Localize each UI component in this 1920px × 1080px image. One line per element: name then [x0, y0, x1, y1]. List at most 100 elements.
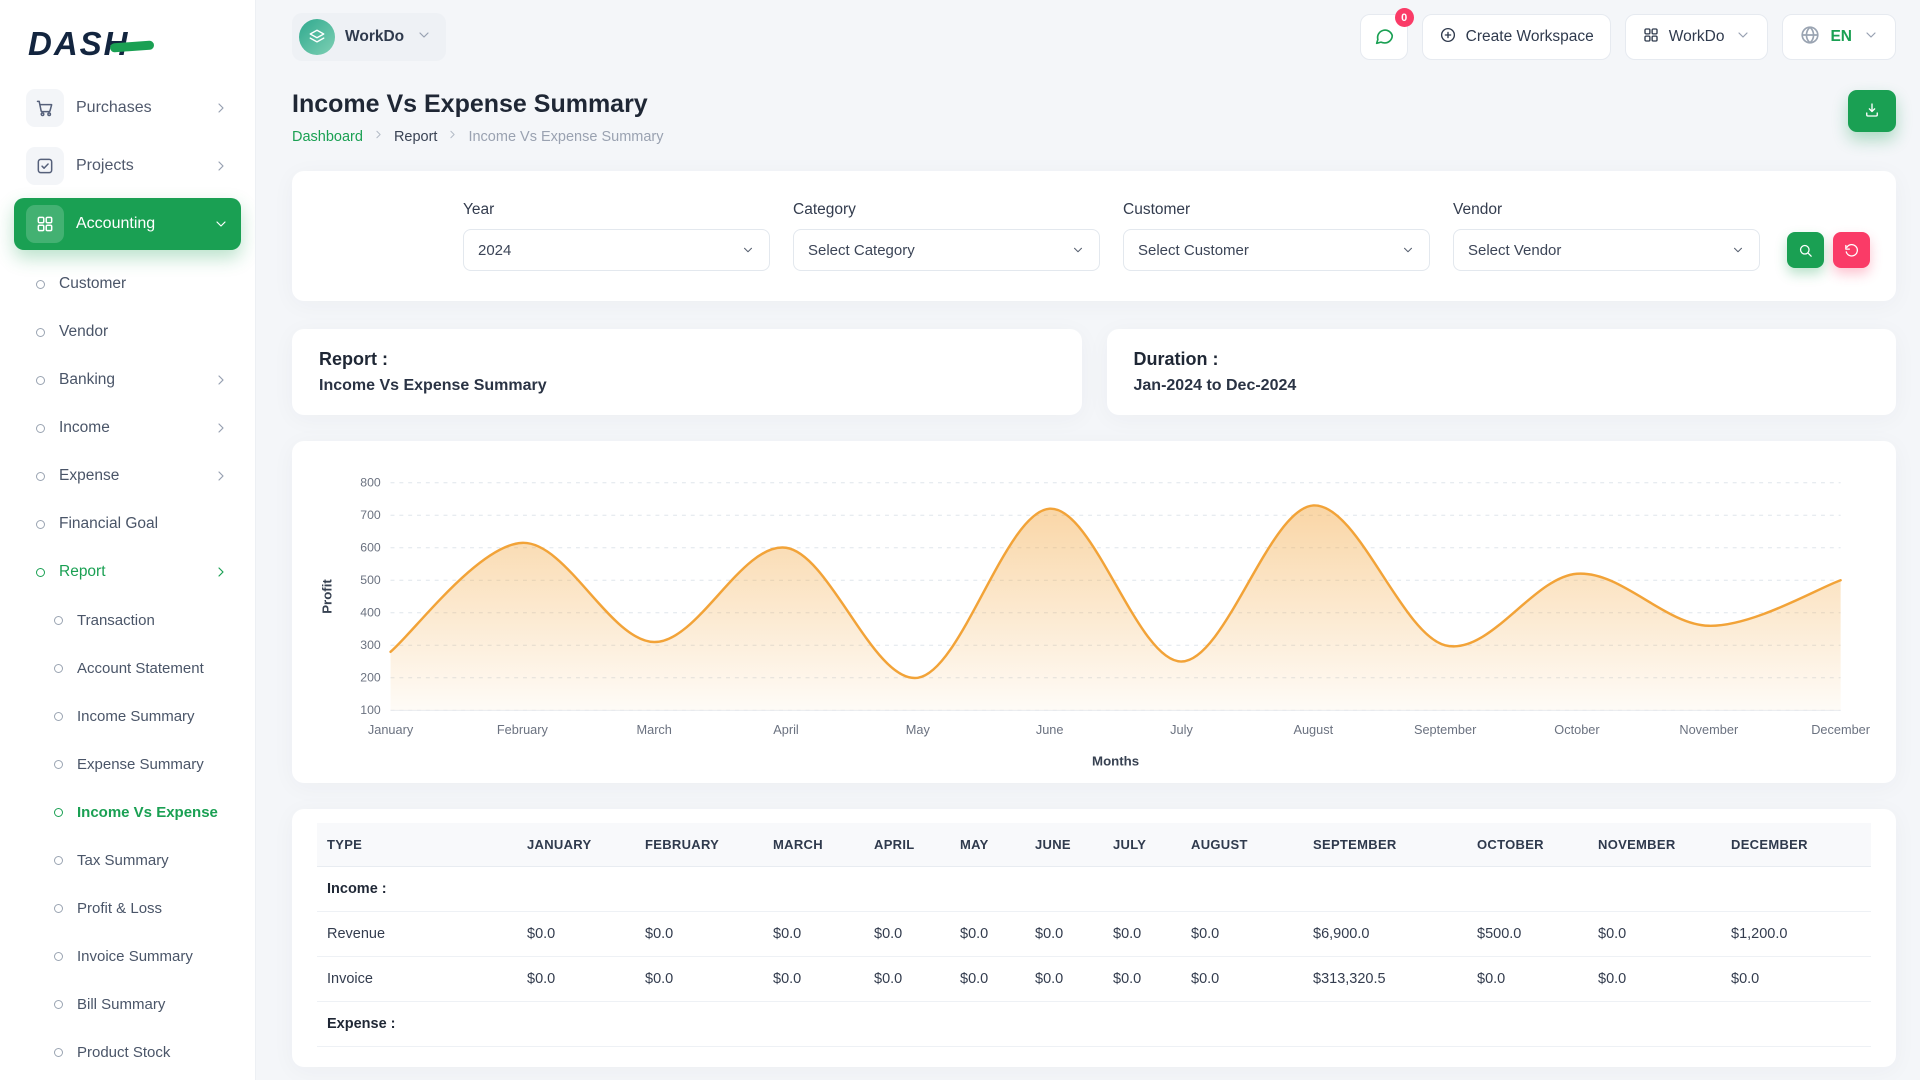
sidebar-item-bill-summary[interactable]: Bill Summary	[20, 980, 239, 1028]
table-cell: $0.0	[517, 957, 635, 1002]
reset-icon	[1843, 242, 1860, 259]
sidebar-item-cash-flow[interactable]: Cash Flow	[20, 1076, 239, 1080]
globe-icon	[1799, 24, 1821, 51]
sidebar-subitem-label: Invoice Summary	[77, 948, 193, 965]
table-column-august: AUGUST	[1181, 823, 1303, 867]
sidebar-item-income-summary[interactable]: Income Summary	[20, 692, 239, 740]
sidebar-item-report[interactable]: Report	[20, 548, 239, 596]
sidebar-subitem-label: Bill Summary	[77, 996, 165, 1013]
filter-label: Vendor	[1453, 201, 1760, 219]
customer-select[interactable]: Select Customer	[1123, 229, 1430, 271]
sidebar-item-income[interactable]: Income	[20, 404, 239, 452]
svg-text:March: March	[636, 722, 671, 737]
sidebar-item-accounting[interactable]: Accounting	[14, 198, 241, 250]
workspace-name: WorkDo	[345, 28, 404, 46]
table-cell: $1,200.0	[1721, 912, 1871, 957]
table-cell: $313,320.5	[1303, 957, 1467, 1002]
chevron-right-icon	[372, 128, 385, 145]
sidebar-item-invoice-summary[interactable]: Invoice Summary	[20, 932, 239, 980]
select-value: Select Customer	[1138, 242, 1249, 259]
sidebar-subitem-label: Expense	[59, 467, 119, 485]
workdo-menu-button[interactable]: WorkDo	[1625, 14, 1769, 60]
table-cell: $0.0	[635, 957, 763, 1002]
summary-card-title: Duration :	[1134, 349, 1870, 370]
sidebar-subitem-label: Income Summary	[77, 708, 195, 725]
table-cell: $0.0	[1588, 912, 1721, 957]
sidebar-item-profit-loss[interactable]: Profit & Loss	[20, 884, 239, 932]
bullet-icon	[36, 280, 45, 289]
chevron-down-icon	[1401, 243, 1415, 257]
sidebar-subitem-label: Profit & Loss	[77, 900, 162, 917]
table-section-label: Income :	[317, 867, 1871, 912]
table-column-july: JULY	[1103, 823, 1181, 867]
table-cell: $0.0	[635, 912, 763, 957]
sidebar-item-income-vs-expense[interactable]: Income Vs Expense	[20, 788, 239, 836]
layers-icon	[308, 28, 326, 46]
breadcrumb-dashboard[interactable]: Dashboard	[292, 129, 363, 145]
page-header: Income Vs Expense Summary Dashboard Repo…	[292, 90, 1896, 145]
sidebar-item-transaction[interactable]: Transaction	[20, 596, 239, 644]
sidebar-item-product-stock[interactable]: Product Stock	[20, 1028, 239, 1076]
sidebar-item-projects[interactable]: Projects	[14, 140, 241, 192]
sidebar-item-banking[interactable]: Banking	[20, 356, 239, 404]
chevron-right-icon	[372, 128, 385, 141]
svg-text:300: 300	[360, 638, 381, 652]
check-square-icon	[35, 156, 55, 176]
sidebar-item-vendor[interactable]: Vendor	[20, 308, 239, 356]
filter-label: Year	[463, 201, 770, 219]
language-selector[interactable]: EN	[1782, 14, 1896, 60]
sidebar-menu: Purchases Projects Accounting Customer V…	[14, 82, 241, 1080]
workspace-selector[interactable]: WorkDo	[292, 13, 446, 61]
sidebar-item-label: Purchases	[76, 99, 152, 117]
globe-icon	[1799, 24, 1821, 46]
breadcrumb-report[interactable]: Report	[394, 129, 438, 145]
apply-filter-button[interactable]	[1787, 232, 1824, 268]
table-section-row: Expense :	[317, 1002, 1871, 1047]
breadcrumb: Dashboard Report Income Vs Expense Summa…	[292, 128, 664, 145]
summary-card-1: Duration : Jan-2024 to Dec-2024	[1107, 329, 1897, 415]
main-content: Income Vs Expense Summary Dashboard Repo…	[256, 74, 1920, 1067]
messages-button[interactable]: 0	[1360, 14, 1408, 60]
chat-icon	[1373, 25, 1395, 50]
table-cell: $0.0	[517, 912, 635, 957]
sidebar-item-financial-goal[interactable]: Financial Goal	[20, 500, 239, 548]
table-cell: $0.0	[1181, 957, 1303, 1002]
report-submenu: Transaction Account Statement Income Sum…	[20, 596, 239, 1080]
logo: DASH	[14, 16, 241, 72]
accounting-submenu: Customer Vendor Banking Income Expense	[14, 256, 241, 1080]
grid-icon	[35, 214, 55, 234]
table-cell: $0.0	[1721, 957, 1871, 1002]
plus-circle-icon	[1439, 26, 1457, 49]
plus-circle-icon	[1439, 26, 1457, 44]
bullet-icon	[54, 952, 63, 961]
bullet-icon	[54, 1048, 63, 1057]
sidebar-item-expense[interactable]: Expense	[20, 452, 239, 500]
create-workspace-button[interactable]: Create Workspace	[1422, 14, 1611, 60]
logo-accent	[110, 40, 155, 52]
sidebar-item-tax-summary[interactable]: Tax Summary	[20, 836, 239, 884]
reset-filter-button[interactable]	[1833, 232, 1870, 268]
table-column-type: TYPE	[317, 823, 517, 867]
sidebar-item-purchases[interactable]: Purchases	[14, 82, 241, 134]
year-select[interactable]: 2024	[463, 229, 770, 271]
sidebar-item-customer[interactable]: Customer	[20, 260, 239, 308]
filter-card: Year 2024 Category Select Category Custo…	[292, 171, 1896, 301]
title-block: Income Vs Expense Summary Dashboard Repo…	[292, 90, 664, 145]
bullet-icon	[54, 1000, 63, 1009]
table-column-may: MAY	[950, 823, 1025, 867]
sidebar-item-account-statement[interactable]: Account Statement	[20, 644, 239, 692]
table-column-november: NOVEMBER	[1588, 823, 1721, 867]
table-cell: $0.0	[1103, 912, 1181, 957]
sidebar-item-expense-summary[interactable]: Expense Summary	[20, 740, 239, 788]
download-button[interactable]	[1848, 90, 1896, 132]
table-column-september: SEPTEMBER	[1303, 823, 1467, 867]
table-cell: $0.0	[950, 912, 1025, 957]
category-select[interactable]: Select Category	[793, 229, 1100, 271]
svg-text:July: July	[1170, 722, 1193, 737]
bullet-icon	[36, 424, 45, 433]
sidebar: DASH Purchases Projects Accounting Custo…	[0, 0, 256, 1080]
svg-text:400: 400	[360, 606, 381, 620]
svg-text:800: 800	[360, 476, 381, 490]
vendor-select[interactable]: Select Vendor	[1453, 229, 1760, 271]
chevron-right-icon	[213, 420, 229, 436]
